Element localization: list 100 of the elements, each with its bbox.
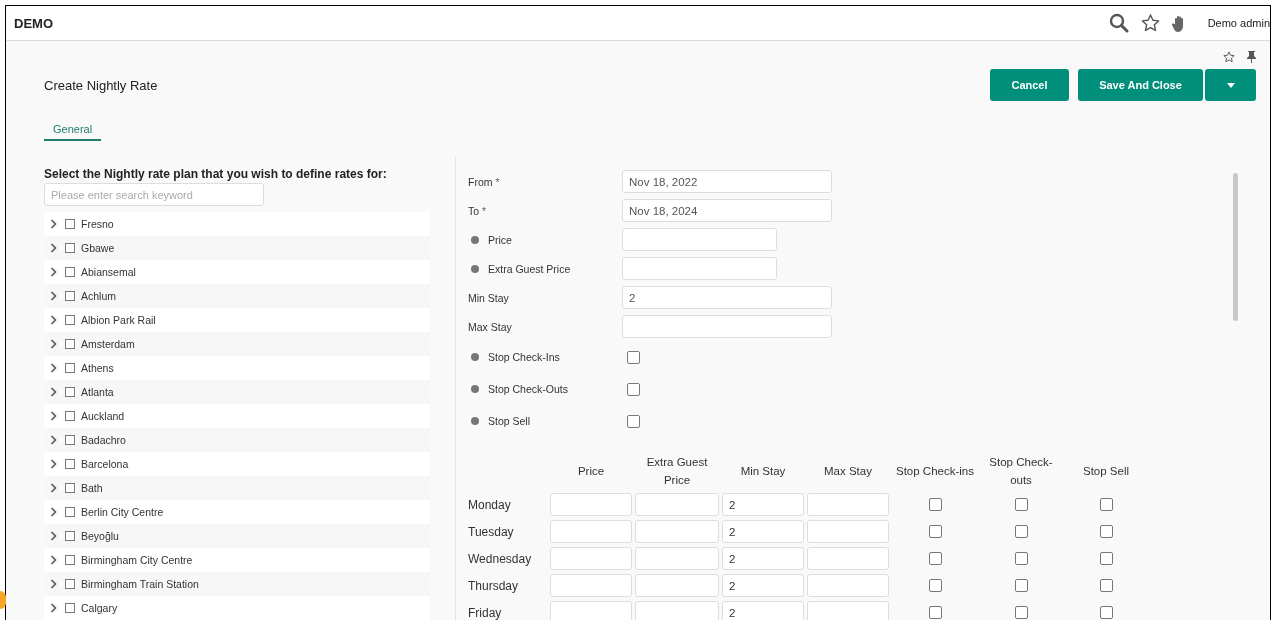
info-icon[interactable] bbox=[471, 264, 479, 273]
star-icon[interactable] bbox=[1140, 14, 1160, 32]
info-icon[interactable] bbox=[471, 353, 479, 361]
checkbox[interactable] bbox=[1099, 579, 1113, 592]
tree-row[interactable]: Berlin City Centre bbox=[44, 500, 430, 524]
chevron-right-icon[interactable] bbox=[50, 387, 57, 397]
input-field[interactable]: 2 bbox=[622, 286, 832, 309]
checkbox[interactable] bbox=[627, 414, 640, 428]
info-icon[interactable] bbox=[471, 385, 479, 393]
info-icon[interactable] bbox=[471, 417, 479, 425]
input-field[interactable] bbox=[550, 547, 632, 570]
checkbox[interactable] bbox=[65, 243, 75, 253]
checkbox[interactable] bbox=[65, 363, 75, 373]
chevron-right-icon[interactable] bbox=[50, 603, 57, 613]
input-field[interactable] bbox=[635, 574, 719, 597]
chevron-right-icon[interactable] bbox=[50, 411, 57, 421]
user-name[interactable]: Demo admin bbox=[1207, 17, 1270, 29]
checkbox[interactable] bbox=[65, 291, 75, 301]
checkbox[interactable] bbox=[928, 498, 942, 511]
scrollbar[interactable] bbox=[1233, 173, 1238, 321]
input-field[interactable] bbox=[622, 257, 777, 280]
input-field[interactable]: 2 bbox=[722, 520, 804, 543]
tab[interactable]: General bbox=[44, 123, 102, 141]
input-field[interactable] bbox=[807, 547, 889, 570]
chevron-right-icon[interactable] bbox=[50, 483, 57, 493]
chevron-right-icon[interactable] bbox=[50, 267, 57, 277]
checkbox[interactable] bbox=[65, 507, 75, 517]
input-field[interactable] bbox=[635, 493, 719, 516]
checkbox[interactable] bbox=[1014, 606, 1028, 619]
checkbox[interactable] bbox=[65, 387, 75, 397]
input-field[interactable]: 2 bbox=[722, 574, 804, 597]
search-field[interactable]: Please enter search keyword bbox=[44, 183, 264, 206]
input-field[interactable]: 2 bbox=[722, 601, 804, 620]
checkbox[interactable] bbox=[1014, 579, 1028, 592]
checkbox[interactable] bbox=[1099, 525, 1113, 538]
input-field[interactable] bbox=[807, 520, 889, 543]
checkbox[interactable] bbox=[1014, 525, 1028, 538]
info-icon[interactable] bbox=[471, 235, 479, 244]
input-field[interactable]: 2 bbox=[722, 493, 804, 516]
checkbox[interactable] bbox=[65, 483, 75, 493]
chevron-right-icon[interactable] bbox=[50, 243, 57, 253]
input-field[interactable] bbox=[635, 520, 719, 543]
input-field[interactable] bbox=[635, 601, 719, 620]
chevron-right-icon[interactable] bbox=[50, 435, 57, 445]
input-field[interactable] bbox=[807, 574, 889, 597]
checkbox[interactable] bbox=[65, 459, 75, 469]
checkbox[interactable] bbox=[65, 219, 75, 229]
checkbox[interactable] bbox=[627, 350, 640, 364]
tree-row[interactable]: Abiansemal bbox=[44, 260, 430, 284]
tree-row[interactable]: Calgary bbox=[44, 596, 430, 620]
input-field[interactable] bbox=[807, 601, 889, 620]
tree-row[interactable]: Auckland bbox=[44, 404, 430, 428]
star-icon[interactable] bbox=[1223, 51, 1235, 63]
chevron-right-icon[interactable] bbox=[50, 459, 57, 469]
search-icon[interactable] bbox=[1108, 13, 1129, 33]
chevron-right-icon[interactable] bbox=[50, 579, 57, 589]
chevron-right-icon[interactable] bbox=[50, 555, 57, 565]
checkbox[interactable] bbox=[1099, 552, 1113, 565]
tree-row[interactable]: Athens bbox=[44, 356, 430, 380]
checkbox[interactable] bbox=[65, 603, 75, 613]
hand-icon[interactable] bbox=[1171, 14, 1186, 32]
checkbox[interactable] bbox=[928, 552, 942, 565]
input-field[interactable] bbox=[550, 493, 632, 516]
input-field[interactable] bbox=[622, 228, 777, 251]
tree-row[interactable]: Albion Park Rail bbox=[44, 308, 430, 332]
save-button[interactable]: Save And Close bbox=[1078, 69, 1203, 101]
checkbox[interactable] bbox=[65, 531, 75, 541]
checkbox[interactable] bbox=[65, 555, 75, 565]
chevron-right-icon[interactable] bbox=[50, 291, 57, 301]
date-field[interactable]: Nov 18, 2024 bbox=[622, 199, 832, 222]
input-field[interactable] bbox=[622, 315, 832, 338]
checkbox[interactable] bbox=[65, 315, 75, 325]
checkbox[interactable] bbox=[65, 267, 75, 277]
tree-row[interactable]: Birmingham City Centre bbox=[44, 548, 430, 572]
chevron-right-icon[interactable] bbox=[50, 507, 57, 517]
checkbox[interactable] bbox=[928, 579, 942, 592]
input-field[interactable] bbox=[550, 574, 632, 597]
checkbox[interactable] bbox=[627, 382, 640, 396]
input-field[interactable]: 2 bbox=[722, 547, 804, 570]
checkbox[interactable] bbox=[1099, 606, 1113, 619]
checkbox[interactable] bbox=[1099, 498, 1113, 511]
chevron-right-icon[interactable] bbox=[50, 219, 57, 229]
checkbox[interactable] bbox=[65, 579, 75, 589]
checkbox[interactable] bbox=[65, 339, 75, 349]
checkbox[interactable] bbox=[65, 435, 75, 445]
input-field[interactable] bbox=[550, 601, 632, 620]
cancel-button[interactable]: Cancel bbox=[990, 69, 1069, 101]
checkbox[interactable] bbox=[1014, 498, 1028, 511]
chevron-right-icon[interactable] bbox=[50, 363, 57, 373]
tree-row[interactable]: Barcelona bbox=[44, 452, 430, 476]
chevron-right-icon[interactable] bbox=[50, 315, 57, 325]
tree-row[interactable]: Fresno bbox=[44, 212, 430, 236]
checkbox[interactable] bbox=[928, 606, 942, 619]
pin-icon[interactable] bbox=[1247, 51, 1256, 63]
input-field[interactable] bbox=[550, 520, 632, 543]
input-field[interactable] bbox=[635, 547, 719, 570]
checkbox[interactable] bbox=[65, 411, 75, 421]
input-field[interactable] bbox=[807, 493, 889, 516]
date-field[interactable]: Nov 18, 2022 bbox=[622, 170, 832, 193]
chevron-right-icon[interactable] bbox=[50, 531, 57, 541]
